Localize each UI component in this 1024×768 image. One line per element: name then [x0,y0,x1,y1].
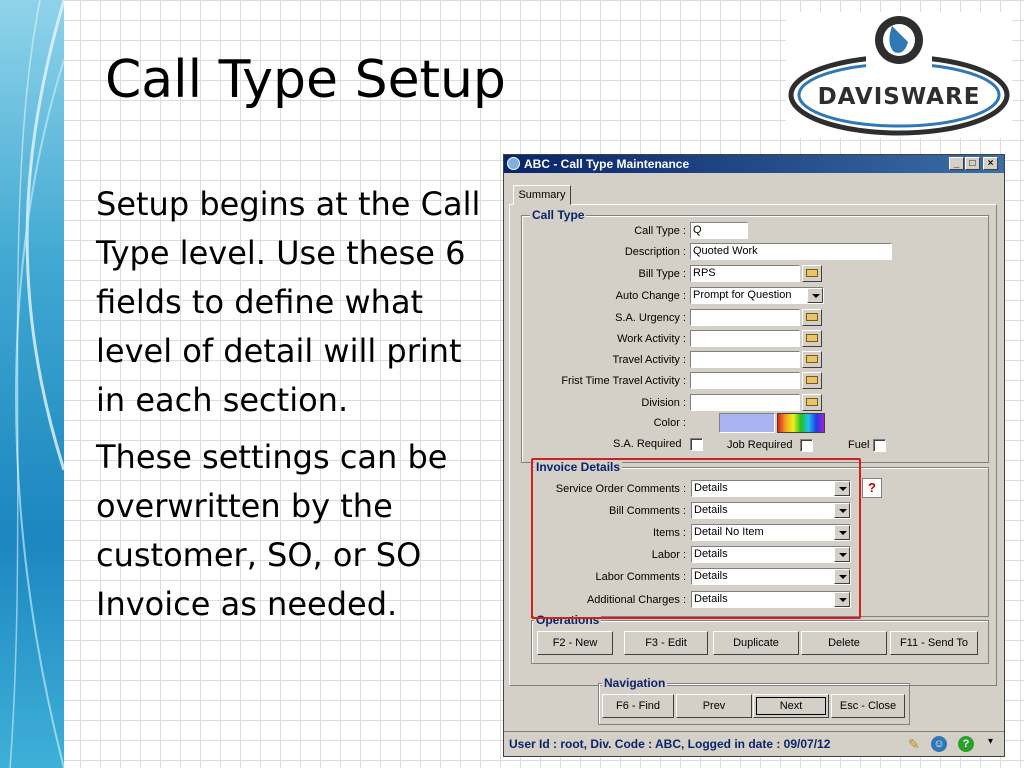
color-palette-picker-icon[interactable] [777,413,825,433]
call-type-group-legend: Call Type [530,208,587,222]
user-icon[interactable]: ☺ [931,736,947,752]
bill-type-lookup-folder-icon[interactable] [802,265,822,282]
slide-body: Setup begins at the Call Type level. Use… [96,180,486,637]
next-button[interactable]: Next [753,694,829,718]
prev-button[interactable]: Prev [676,694,752,718]
duplicate-button[interactable]: Duplicate [713,631,799,655]
status-help-icon[interactable]: ? [958,736,974,752]
fuel-label: Fuel [848,439,870,451]
sa-urgency-lookup-folder-icon[interactable] [802,309,822,326]
call-type-maintenance-window: ABC - Call Type Maintenance _ □ × Summar… [503,154,1005,757]
travel-activity-lookup-folder-icon[interactable] [802,351,822,368]
sa-urgency-input[interactable] [690,309,800,326]
help-icon[interactable]: ? [862,478,882,498]
body-paragraph-1: Setup begins at the Call Type level. Use… [96,185,481,419]
description-label: Description : [624,246,686,258]
work-activity-label: Work Activity : [617,333,686,345]
window-title: ABC - Call Type Maintenance [524,157,690,171]
body-paragraph-2: These settings can be overwritten by the… [96,438,448,623]
f2-new-button[interactable]: F2 - New [537,631,613,655]
davisware-logo: DAVISWARE [786,12,1012,138]
f3-edit-button[interactable]: F3 - Edit [624,631,708,655]
work-activity-lookup-folder-icon[interactable] [802,330,822,347]
description-input[interactable]: Quoted Work [690,243,892,260]
fuel-checkbox[interactable] [873,439,886,452]
navigation-group-legend: Navigation [602,676,668,690]
first-time-travel-activity-label: Frist Time Travel Activity : [561,375,686,387]
first-time-travel-activity-lookup-folder-icon[interactable] [802,372,822,389]
call-type-input[interactable]: Q [690,222,748,239]
job-required-label: Job Required [727,439,793,451]
chevron-down-icon[interactable]: ▾ [988,736,993,747]
f11-send-to-button[interactable]: F11 - Send To [890,631,978,655]
slide-title: Call Type Setup [105,50,506,110]
auto-change-label: Auto Change : [615,290,686,302]
call-type-label: Call Type : [634,225,686,237]
tab-summary[interactable]: Summary [513,185,571,205]
color-label: Color : [653,417,686,429]
logo-text: DAVISWARE [817,84,981,110]
close-icon[interactable]: × [983,157,998,170]
travel-activity-input[interactable] [690,351,800,368]
minimize-icon[interactable]: _ [949,157,964,170]
window-title-bar[interactable]: ABC - Call Type Maintenance _ □ × [504,155,1004,173]
delete-button[interactable]: Delete [801,631,887,655]
job-required-checkbox[interactable] [800,439,813,452]
color-swatch [719,413,775,433]
auto-change-dropdown-arrow-icon[interactable] [807,288,823,303]
sa-urgency-label: S.A. Urgency : [615,312,686,324]
bill-type-label: Bill Type : [638,268,687,280]
sa-required-label: S.A. Required [613,438,682,450]
app-icon [507,157,520,170]
f6-find-button[interactable]: F6 - Find [602,694,674,718]
bill-type-input[interactable]: RPS [690,265,800,282]
esc-close-button[interactable]: Esc - Close [831,694,905,718]
division-input[interactable] [690,394,800,411]
maximize-icon[interactable]: □ [965,157,980,170]
division-label: Division : [641,397,686,409]
status-bar: User Id : root, Div. Code : ABC, Logged … [504,731,1004,756]
travel-activity-label: Travel Activity : [612,354,686,366]
pencil-icon[interactable]: ✎ [908,736,920,753]
division-lookup-folder-icon[interactable] [802,394,822,411]
work-activity-input[interactable] [690,330,800,347]
invoice-details-highlight [531,458,861,619]
auto-change-select[interactable]: Prompt for Question [690,287,824,304]
first-time-travel-activity-input[interactable] [690,372,800,389]
decorative-side-band [0,0,64,768]
sa-required-checkbox[interactable] [690,438,703,451]
status-text: User Id : root, Div. Code : ABC, Logged … [509,737,831,751]
